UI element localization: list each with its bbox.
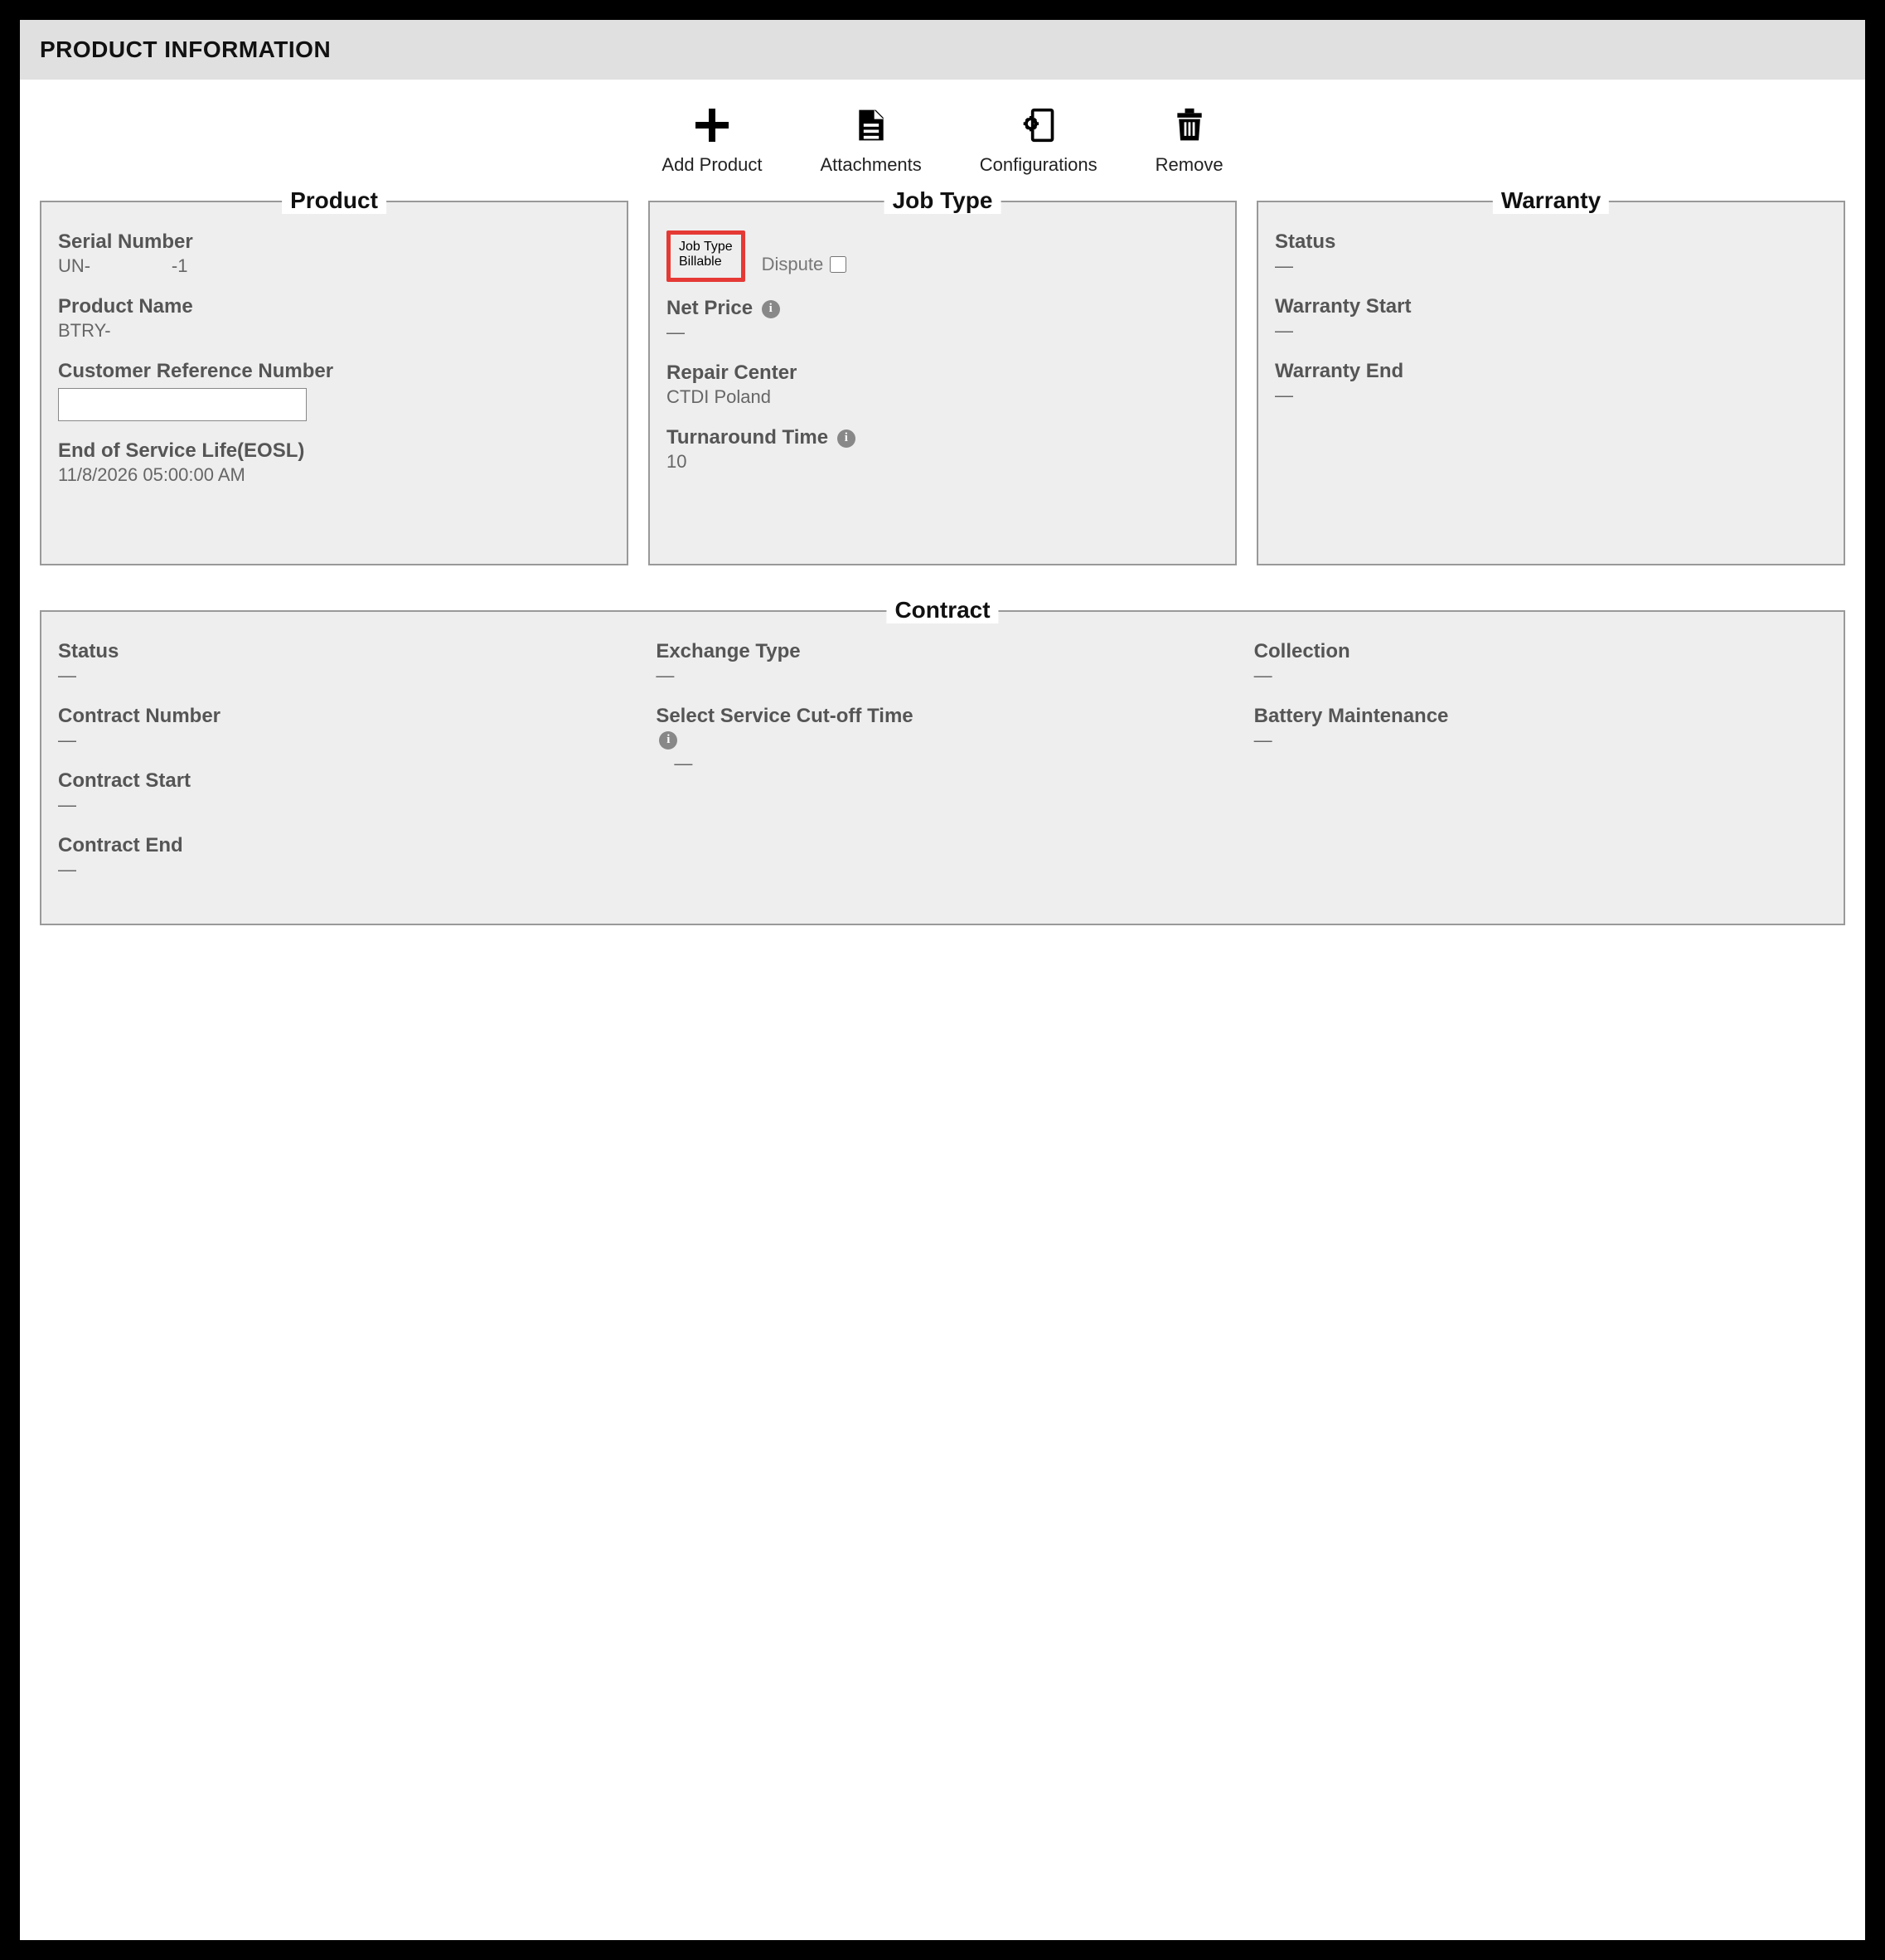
- panel-legend: Contract: [886, 597, 998, 623]
- field-label: Exchange Type: [656, 640, 1228, 663]
- jobtype-panel: Job Type Job Type Billable Dispute Net P…: [648, 201, 1237, 565]
- eosl-field: End of Service Life(EOSL) 11/8/2026 05:0…: [58, 439, 610, 486]
- field-label: Product Name: [58, 295, 610, 318]
- attachments-button[interactable]: Attachments: [821, 104, 922, 176]
- field-value: —: [1254, 730, 1827, 751]
- field-value: 10: [666, 451, 1219, 473]
- panel-legend: Warranty: [1493, 187, 1609, 214]
- warranty-status-field: Status —: [1275, 230, 1827, 277]
- dispute-label: Dispute: [762, 254, 824, 275]
- field-value: 11/8/2026 05:00:00 AM: [58, 464, 610, 486]
- warranty-panel: Warranty Status — Warranty Start — Warra…: [1257, 201, 1845, 565]
- field-label: Contract End: [58, 834, 631, 857]
- jobtype-row: Job Type Billable Dispute: [666, 230, 1219, 282]
- customer-reference-input[interactable]: [58, 388, 307, 421]
- toolbar-label: Configurations: [980, 154, 1098, 176]
- section-title: PRODUCT INFORMATION: [40, 36, 331, 62]
- field-label: Select Service Cut-off Time i: [656, 705, 1228, 751]
- gear-phone-icon: [1018, 104, 1059, 146]
- field-label: Serial Number: [58, 230, 610, 254]
- dispute-field: Dispute: [762, 254, 847, 275]
- field-value: —: [58, 730, 631, 751]
- info-icon[interactable]: i: [837, 429, 855, 448]
- product-information-frame: PRODUCT INFORMATION Add Product Attachme…: [17, 17, 1868, 1943]
- contract-columns: Status — Contract Number — Contract Star…: [58, 640, 1827, 899]
- field-value: CTDI Poland: [666, 386, 1219, 408]
- field-value: BTRY-: [58, 320, 610, 342]
- field-label: Repair Center: [666, 361, 1219, 385]
- contract-panel: Contract Status — Contract Number — Cont…: [40, 610, 1845, 925]
- plus-icon: [691, 104, 733, 146]
- toolbar-label: Remove: [1156, 154, 1224, 176]
- field-value: UN- -1: [58, 255, 610, 277]
- field-label: Status: [1275, 230, 1827, 254]
- field-value: Billable: [679, 255, 733, 269]
- turnaround-field: Turnaround Time i 10: [666, 426, 1219, 473]
- field-value: —: [58, 794, 631, 816]
- exchange-type-field: Exchange Type —: [656, 640, 1228, 686]
- contract-end-field: Contract End —: [58, 834, 631, 881]
- field-label: Warranty Start: [1275, 295, 1827, 318]
- field-label: Warranty End: [1275, 360, 1827, 383]
- product-name-field: Product Name BTRY-: [58, 295, 610, 342]
- contract-status-field: Status —: [58, 640, 631, 686]
- battery-maintenance-field: Battery Maintenance —: [1254, 705, 1827, 751]
- field-value: —: [1275, 385, 1827, 406]
- add-product-button[interactable]: Add Product: [661, 104, 762, 176]
- field-value: —: [58, 665, 631, 686]
- toolbar-label: Add Product: [661, 154, 762, 176]
- contract-col-2: Exchange Type — Select Service Cut-off T…: [656, 640, 1228, 899]
- turnaround-label-text: Turnaround Time: [666, 426, 828, 449]
- field-label: Customer Reference Number: [58, 360, 610, 383]
- toolbar-label: Attachments: [821, 154, 922, 176]
- document-icon: [850, 104, 892, 146]
- field-value: —: [674, 753, 1228, 774]
- field-label: End of Service Life(EOSL): [58, 439, 610, 463]
- section-header: PRODUCT INFORMATION: [20, 20, 1865, 80]
- field-value: —: [1275, 320, 1827, 342]
- field-value: —: [666, 322, 1219, 343]
- field-label: Collection: [1254, 640, 1827, 663]
- cutoff-time-field: Select Service Cut-off Time i —: [656, 705, 1228, 774]
- toolbar: Add Product Attachments Configurations R…: [20, 80, 1865, 201]
- collection-field: Collection —: [1254, 640, 1827, 686]
- field-label: Battery Maintenance: [1254, 705, 1827, 728]
- serial-number-field: Serial Number UN- -1: [58, 230, 610, 277]
- jobtype-highlight: Job Type Billable: [666, 230, 745, 282]
- field-label: Status: [58, 640, 631, 663]
- contract-number-field: Contract Number —: [58, 705, 631, 751]
- contract-col-1: Status — Contract Number — Contract Star…: [58, 640, 631, 899]
- field-value: —: [58, 859, 631, 881]
- field-label: Contract Number: [58, 705, 631, 728]
- product-panel: Product Serial Number UN- -1 Product Nam…: [40, 201, 628, 565]
- info-icon[interactable]: i: [659, 731, 677, 750]
- panels-row: Product Serial Number UN- -1 Product Nam…: [20, 201, 1865, 585]
- panel-legend: Job Type: [884, 187, 1001, 214]
- trash-icon: [1169, 104, 1210, 146]
- configurations-button[interactable]: Configurations: [980, 104, 1098, 176]
- field-label: Job Type: [679, 240, 733, 255]
- warranty-start-field: Warranty Start —: [1275, 295, 1827, 342]
- customer-reference-field: Customer Reference Number: [58, 360, 610, 421]
- net-price-field: Net Price i —: [666, 297, 1219, 343]
- contract-col-3: Collection — Battery Maintenance —: [1254, 640, 1827, 899]
- warranty-end-field: Warranty End —: [1275, 360, 1827, 406]
- info-icon[interactable]: i: [762, 300, 780, 318]
- repair-center-field: Repair Center CTDI Poland: [666, 361, 1219, 408]
- field-value: —: [1254, 665, 1827, 686]
- field-value: —: [656, 665, 1228, 686]
- field-label: Contract Start: [58, 769, 631, 793]
- remove-button[interactable]: Remove: [1156, 104, 1224, 176]
- contract-start-field: Contract Start —: [58, 769, 631, 816]
- cutoff-label-text: Select Service Cut-off Time: [656, 705, 913, 727]
- panel-legend: Product: [282, 187, 386, 214]
- net-price-label-text: Net Price: [666, 297, 753, 319]
- dispute-checkbox[interactable]: [830, 256, 846, 273]
- field-value: —: [1275, 255, 1827, 277]
- field-label: Turnaround Time i: [666, 426, 1219, 449]
- field-label: Net Price i: [666, 297, 1219, 320]
